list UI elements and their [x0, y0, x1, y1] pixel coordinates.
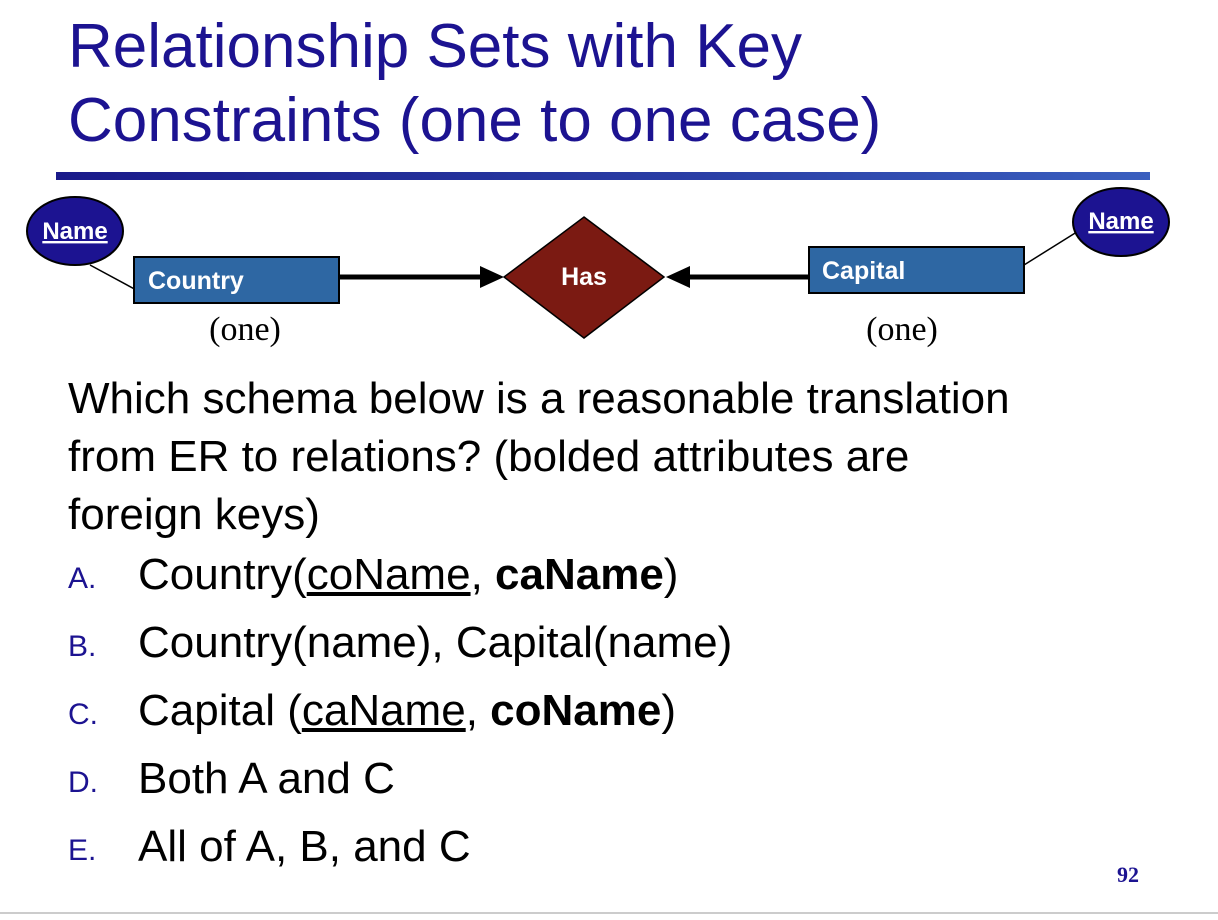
title-line-2: Constraints (one to one case): [68, 86, 882, 155]
option-d-letter: D.: [68, 766, 98, 799]
option-c-text: Capital (caName, coName): [138, 686, 676, 735]
entity-country-label: Country: [148, 267, 244, 295]
option-a-letter: A.: [68, 562, 97, 595]
entity-capital-label: Capital: [822, 257, 905, 285]
option-a: A. Country(coName, caName): [68, 550, 1168, 618]
option-a-text: Country(coName, caName): [138, 550, 679, 599]
option-e-letter: E.: [68, 834, 97, 867]
option-d: D. Both A and C: [68, 754, 1168, 822]
slide-title: Relationship Sets with Key Constraints (…: [68, 10, 1168, 158]
question-line-3: foreign keys): [68, 490, 320, 539]
left-arrowhead: [480, 266, 504, 288]
relationship-has-label: Has: [561, 263, 607, 291]
relationship-has: Has: [502, 216, 666, 339]
cardinality-right: (one): [866, 311, 938, 348]
cardinality-left: (one): [209, 311, 281, 348]
er-diagram: Name Country Has Capital Name (one) (one…: [26, 187, 1170, 348]
title-line-1: Relationship Sets with Key: [68, 12, 803, 81]
option-c: C. Capital (caName, coName): [68, 686, 1168, 754]
option-e: E. All of A, B, and C: [68, 822, 1168, 890]
attribute-left: Name: [26, 196, 124, 266]
answer-options: A. Country(coName, caName) B. Country(na…: [68, 550, 1168, 890]
right-attribute-link: [1023, 229, 1081, 266]
attribute-left-label: Name: [42, 218, 107, 245]
option-e-text: All of A, B, and C: [138, 822, 471, 871]
option-d-text: Both A and C: [138, 754, 395, 803]
entity-capital: Capital: [808, 246, 1025, 294]
entity-country: Country: [133, 256, 340, 304]
question-line-2: from ER to relations? (bolded attributes…: [68, 432, 910, 481]
primary-key-caname: caName: [301, 686, 466, 735]
left-attribute-link: [89, 264, 141, 293]
title-underline: [56, 172, 1150, 180]
attribute-right-label: Name: [1088, 208, 1153, 235]
foreign-key-coname: coName: [490, 686, 662, 735]
bottom-divider: [0, 912, 1218, 914]
page-number: 92: [1117, 862, 1139, 887]
question-line-1: Which schema below is a reasonable trans…: [68, 374, 1010, 423]
question-text: Which schema below is a reasonable trans…: [68, 370, 1168, 544]
primary-key-coname: coName: [306, 550, 471, 599]
attribute-right: Name: [1072, 187, 1170, 257]
option-b: B. Country(name), Capital(name): [68, 618, 1168, 686]
option-b-letter: B.: [68, 630, 97, 663]
foreign-key-caname: caName: [495, 550, 664, 599]
right-arrowhead: [666, 266, 690, 288]
option-c-letter: C.: [68, 698, 98, 731]
option-b-text: Country(name), Capital(name): [138, 618, 733, 667]
